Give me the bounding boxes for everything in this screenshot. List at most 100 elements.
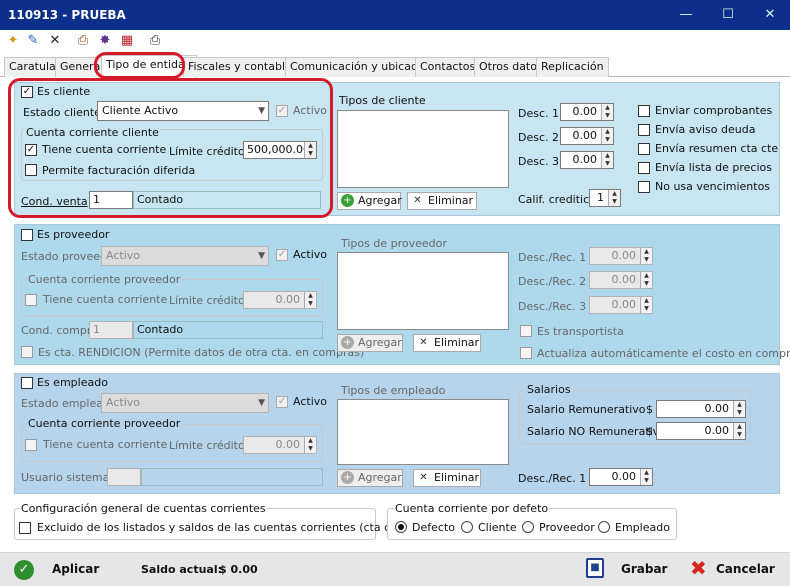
es-proveedor-checkbox[interactable] (21, 229, 33, 241)
radio-cliente[interactable] (461, 521, 473, 533)
cond-compra-desc-field: Contado (133, 321, 323, 339)
saldo-actual-value: $ 0.00 (219, 563, 258, 576)
proveedor-rec3-input[interactable]: 0.00 ▲ ▼ (589, 296, 653, 314)
spinner-icon[interactable]: ▲ ▼ (304, 292, 316, 308)
spinner-icon[interactable]: ▲ ▼ (608, 190, 620, 206)
eliminar-tipo-proveedor-button[interactable]: ✕ Eliminar (413, 334, 481, 352)
configuracion-title: Configuración general de cuentas corrien… (20, 502, 267, 515)
aplicar-button[interactable]: Aplicar (52, 562, 99, 576)
radio-empleado-label: Empleado (615, 521, 670, 534)
toolbar: ✦ ✎ ✕ ⎙ ✸ ▦ ⎙ (0, 30, 790, 52)
proveedor-tiene-cc-checkbox[interactable] (25, 294, 37, 306)
cuenta-corriente-cliente-title: Cuenta corriente cliente (25, 126, 160, 139)
agregar-tipo-cliente-button[interactable]: + Agregar (337, 192, 402, 210)
empleado-rec1-input[interactable]: 0.00 ▲ ▼ (589, 468, 653, 486)
estado-cliente-value: Cliente Activo (102, 104, 179, 117)
spinner-icon[interactable]: ▲ ▼ (733, 401, 745, 417)
grabar-button[interactable]: Grabar (621, 562, 667, 576)
cond-venta-link[interactable]: Cond. venta (21, 195, 88, 208)
calif-crediticia-input[interactable]: 1 ▲ ▼ (589, 189, 621, 207)
estado-empleado-select[interactable]: Activo ▼ (101, 393, 269, 413)
proveedor-rec2-input[interactable]: 0.00 ▲ ▼ (589, 271, 653, 289)
salario-remunerativo-input[interactable]: 0.00 ▲ ▼ (656, 400, 746, 418)
cancel-icon[interactable]: ✖ (690, 557, 707, 579)
spinner-icon[interactable]: ▲ ▼ (304, 142, 316, 158)
envia-resumen-cta-cte-checkbox[interactable] (638, 143, 650, 155)
empleado-tiene-cc-checkbox[interactable] (25, 439, 37, 451)
spinner-icon[interactable]: ▲ ▼ (601, 128, 613, 144)
tipos-de-cliente-list[interactable] (337, 110, 509, 188)
tab-caratula[interactable]: Caratula (4, 57, 61, 77)
tab-contactos[interactable]: Contactos (415, 57, 481, 77)
actualiza-costo-checkbox[interactable] (520, 347, 532, 359)
tipos-de-proveedor-list[interactable] (337, 252, 509, 330)
print-icon[interactable]: ⎙ (74, 32, 92, 50)
no-usa-vencimientos-checkbox[interactable] (638, 181, 650, 193)
maximize-icon[interactable]: ☐ (714, 4, 742, 26)
excluido-checkbox[interactable] (19, 522, 31, 534)
save-icon[interactable]: ■ (586, 558, 604, 578)
radio-empleado[interactable] (598, 521, 610, 533)
spinner-icon[interactable]: ▲ ▼ (640, 248, 652, 264)
enviar-comprobantes-checkbox[interactable] (638, 105, 650, 117)
spinner-icon[interactable]: ▲ ▼ (640, 469, 652, 485)
spinner-icon[interactable]: ▲ ▼ (304, 437, 316, 453)
spinner-icon[interactable]: ▲ ▼ (601, 152, 613, 168)
new-document-icon[interactable]: ✦ (4, 32, 22, 50)
permite-facturacion-diferida-checkbox[interactable] (25, 164, 37, 176)
empleado-limite-input[interactable]: 0.00 ▲ ▼ (243, 436, 317, 454)
estado-cliente-select[interactable]: Cliente Activo ▼ (97, 101, 269, 121)
desc1-input[interactable]: 0.00 ▲ ▼ (560, 103, 614, 121)
excluido-label: Excluido de los listados y saldos de las… (37, 521, 443, 534)
agregar-tipo-proveedor-button[interactable]: + Agregar (337, 334, 403, 352)
limite-credito-input[interactable]: 500,000.00 ▲ ▼ (243, 141, 317, 159)
calif-crediticia-label: Calif. crediticia (518, 193, 599, 206)
close-icon[interactable]: ✕ (756, 4, 784, 26)
edit-icon[interactable]: ✎ (24, 32, 42, 50)
window-title: 110913 - PRUEBA (8, 8, 126, 22)
desc3-input[interactable]: 0.00 ▲ ▼ (560, 151, 614, 169)
minimize-icon[interactable]: — (672, 4, 700, 26)
delete-icon[interactable]: ✕ (46, 32, 64, 50)
proveedor-limite-input[interactable]: 0.00 ▲ ▼ (243, 291, 317, 309)
proveedor-activo-checkbox[interactable]: ✓ (276, 249, 288, 261)
empleado-activo-checkbox[interactable]: ✓ (276, 396, 288, 408)
desc2-input[interactable]: 0.00 ▲ ▼ (560, 127, 614, 145)
tipos-de-empleado-list[interactable] (337, 399, 509, 465)
es-proveedor-label: Es proveedor (37, 228, 110, 241)
cond-venta-code-input[interactable]: 1 (89, 191, 133, 209)
radio-defecto[interactable] (395, 521, 407, 533)
limite-credito-value: 500,000.00 (247, 143, 310, 156)
eliminar-tipo-cliente-button[interactable]: ✕ Eliminar (407, 192, 477, 210)
desc2-label: Desc. 2 (518, 131, 560, 144)
check-icon[interactable]: ✓ (14, 560, 34, 580)
salario-no-remunerativo-input[interactable]: 0.00 ▲ ▼ (656, 422, 746, 440)
tab-replicacion[interactable]: Replicación (536, 57, 609, 77)
cta-rendicion-checkbox[interactable] (21, 346, 33, 358)
cancelar-button[interactable]: Cancelar (716, 562, 775, 576)
chevron-down-icon: ▼ (258, 106, 265, 116)
es-transportista-checkbox[interactable] (520, 325, 532, 337)
report-icon[interactable]: ▦ (118, 32, 136, 50)
cond-compra-code-input[interactable]: 1 (89, 321, 133, 339)
export-icon[interactable]: ⎙ (146, 32, 164, 50)
envia-aviso-deuda-checkbox[interactable] (638, 124, 650, 136)
settings-icon[interactable]: ✸ (96, 32, 114, 50)
es-empleado-checkbox[interactable] (21, 377, 33, 389)
eliminar-tipo-empleado-button[interactable]: ✕ Eliminar (413, 469, 481, 487)
estado-proveedor-select[interactable]: Activo ▼ (101, 246, 269, 266)
radio-proveedor[interactable] (522, 521, 534, 533)
envia-lista-de-precios-checkbox[interactable] (638, 162, 650, 174)
usuario-sistema-input[interactable] (107, 468, 141, 486)
salarios-title: Salarios (526, 383, 572, 396)
agregar-tipo-empleado-button[interactable]: + Agregar (337, 469, 403, 487)
spinner-icon[interactable]: ▲ ▼ (640, 272, 652, 288)
proveedor-activo-label: Activo (293, 248, 327, 261)
spinner-icon[interactable]: ▲ ▼ (601, 104, 613, 120)
cliente-activo-checkbox[interactable]: ✓ (276, 105, 288, 117)
es-cliente-checkbox[interactable]: ✓ (21, 86, 33, 98)
spinner-icon[interactable]: ▲ ▼ (733, 423, 745, 439)
tiene-cuenta-corriente-checkbox[interactable]: ✓ (25, 144, 37, 156)
spinner-icon[interactable]: ▲ ▼ (640, 297, 652, 313)
proveedor-rec1-input[interactable]: 0.00 ▲ ▼ (589, 247, 653, 265)
